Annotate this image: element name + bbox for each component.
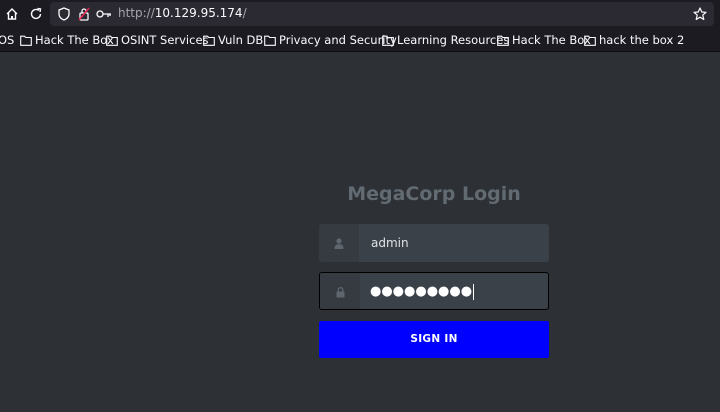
tracking-shield-icon[interactable] (56, 6, 72, 22)
bookmark-folder[interactable]: OSINT Services (106, 32, 209, 48)
password-addon (320, 273, 360, 309)
bookmark-label: hack the box 2 (599, 33, 685, 47)
password-field[interactable]: ●●●●●●●●● (319, 272, 549, 310)
folder-icon (106, 35, 118, 46)
bookmark-star-icon[interactable] (692, 6, 708, 22)
bookmark-label: Privacy and Security (279, 33, 397, 47)
bookmark-label: OS (0, 33, 15, 47)
username-field[interactable]: admin (319, 224, 549, 262)
bookmark-folder[interactable]: Vuln DB (203, 32, 263, 48)
folder-icon (584, 35, 596, 46)
bookmark-folder[interactable]: hack the box 2 (584, 32, 684, 48)
url-text: http://10.129.95.174/ (118, 6, 247, 20)
bookmark-label: Vuln DB (218, 33, 264, 47)
folder-icon (497, 35, 509, 46)
bookmark-folder[interactable]: Hack The Box (20, 32, 114, 48)
password-dots: ●●●●●●●●● (370, 284, 473, 299)
bookmark-folder[interactable]: Hack The Box (497, 32, 591, 48)
home-icon[interactable] (3, 5, 21, 23)
key-icon[interactable] (96, 6, 112, 22)
insecure-lock-icon[interactable] (76, 6, 92, 22)
login-title: MegaCorp Login (347, 183, 521, 205)
bookmarks-toolbar: OS Hack The Box OSINT Services Vuln DB P… (0, 28, 720, 52)
password-value[interactable]: ●●●●●●●●● (370, 273, 475, 309)
reload-icon[interactable] (27, 5, 45, 23)
lock-icon (336, 286, 344, 297)
username-value[interactable]: admin (371, 224, 409, 262)
folder-icon (382, 35, 394, 46)
url-bar[interactable]: http://10.129.95.174/ (50, 2, 714, 26)
bookmark-folder[interactable]: Learning Resources (382, 32, 509, 48)
bookmark-label: Learning Resources (397, 33, 510, 47)
url-path: / (242, 6, 247, 20)
username-addon (319, 224, 359, 262)
url-host: 10.129.95.174 (154, 6, 243, 20)
folder-icon (203, 35, 215, 46)
bookmark-label: OSINT Services (121, 33, 209, 47)
bookmark-label: Hack The Box (35, 33, 114, 47)
url-scheme: http:// (118, 6, 155, 20)
sign-in-button[interactable]: SIGN IN (319, 321, 549, 358)
browser-toolbar: http://10.129.95.174/ (0, 0, 720, 28)
bookmark-item[interactable]: OS (0, 32, 14, 48)
bookmark-folder[interactable]: Privacy and Security (264, 32, 397, 48)
folder-icon (20, 35, 32, 46)
bookmark-label: Hack The Box (512, 33, 591, 47)
text-caret (473, 283, 475, 300)
folder-icon (264, 35, 276, 46)
user-icon (334, 237, 344, 249)
